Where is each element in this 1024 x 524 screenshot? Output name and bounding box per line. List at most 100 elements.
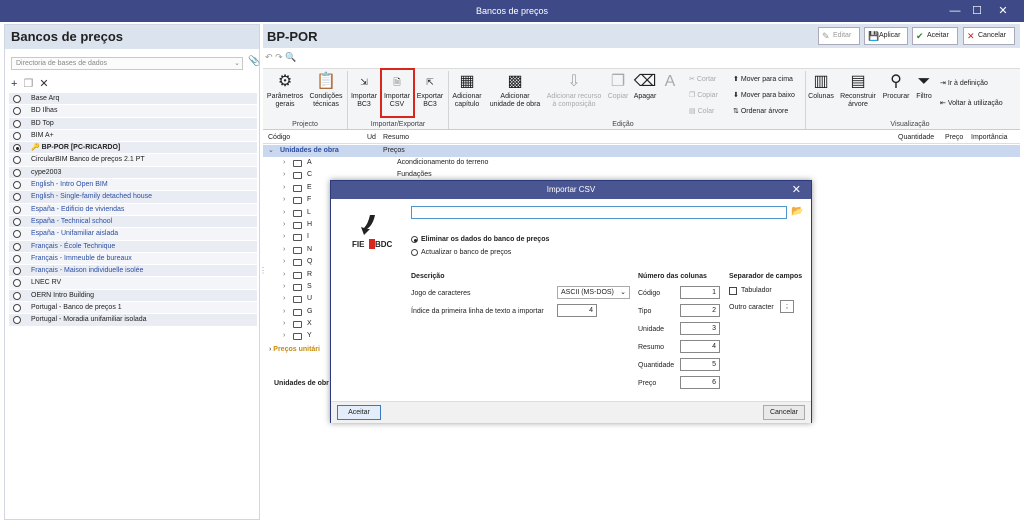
chevron-right-icon[interactable]: ›: [283, 182, 285, 194]
column-number-input[interactable]: 3: [680, 322, 720, 335]
database-list-item[interactable]: OERN Intro Building: [9, 289, 257, 303]
radio[interactable]: [13, 279, 21, 288]
radio-selected[interactable]: [411, 236, 418, 243]
first-line-input[interactable]: 4: [557, 304, 597, 317]
columns-button[interactable]: ▥ Colunas: [807, 71, 835, 101]
radio[interactable]: [13, 107, 21, 116]
radio[interactable]: [13, 168, 21, 177]
delete-button[interactable]: ⌫ Apagar: [632, 71, 658, 101]
database-list-item[interactable]: Français - École Technique: [9, 240, 257, 253]
database-list-item[interactable]: Français - Immeuble de bureaux: [9, 252, 257, 266]
database-list-item[interactable]: BD Top: [9, 117, 257, 130]
chevron-right-icon[interactable]: ›: [283, 157, 285, 169]
unit-prices-node[interactable]: › Preços unitári: [269, 346, 320, 353]
close-icon[interactable]: ✕: [792, 181, 801, 199]
technical-conditions-button[interactable]: 📋 Condições técnicas: [307, 71, 345, 109]
apply-button[interactable]: 💾 Aplicar: [864, 27, 908, 45]
option-delete-data[interactable]: Eliminar os dados do banco de preços: [411, 235, 549, 245]
radio[interactable]: [13, 254, 21, 263]
other-char-input[interactable]: ;: [780, 300, 794, 313]
chevron-right-icon[interactable]: ›: [283, 269, 285, 281]
column-number-input[interactable]: 4: [680, 340, 720, 353]
redo-icon[interactable]: ↷: [275, 52, 283, 62]
column-price[interactable]: Preço: [945, 132, 963, 143]
database-list-item[interactable]: España - Unifamiliar aislada: [9, 228, 257, 241]
delete-icon[interactable]: ✕: [39, 78, 48, 90]
column-number-input[interactable]: 1: [680, 286, 720, 299]
copy-button[interactable]: ❐ Copiar: [605, 71, 631, 101]
database-list-item[interactable]: España - Technical school: [9, 215, 257, 229]
tree-root-row[interactable]: ⌄ Unidades de obra Preços: [263, 145, 1020, 157]
chevron-right-icon[interactable]: ›: [283, 293, 285, 305]
cancel-button[interactable]: Cancelar: [763, 405, 805, 420]
general-parameters-button[interactable]: ⚙ Parâmetros gerais: [265, 71, 305, 109]
accept-button[interactable]: Aceitar: [337, 405, 381, 420]
database-list-item[interactable]: 🔑 BP-POR [PC-RICARDO]: [9, 142, 257, 155]
radio[interactable]: [13, 316, 21, 325]
column-number-input[interactable]: 6: [680, 376, 720, 389]
chevron-right-icon[interactable]: ›: [283, 207, 285, 219]
chevron-down-icon[interactable]: ⌄: [268, 145, 274, 157]
cut-button[interactable]: ✂ Cortar: [689, 75, 716, 84]
add-unit-button[interactable]: ▩ Adicionar unidade de obra: [487, 71, 543, 109]
radio[interactable]: [13, 193, 21, 202]
tree-row[interactable]: › A Acondicionamento do terreno: [263, 157, 593, 169]
rebuild-tree-button[interactable]: ▤ Reconstruir árvore: [837, 71, 879, 109]
database-list-item[interactable]: Français - Maison individuelle isolée: [9, 265, 257, 278]
chevron-right-icon[interactable]: ›: [283, 256, 285, 268]
radio[interactable]: [411, 249, 418, 256]
chevron-right-icon[interactable]: ›: [283, 219, 285, 231]
database-list-item[interactable]: BD Ilhas: [9, 105, 257, 118]
sort-tree-button[interactable]: ⇅ Ordenar árvore: [733, 107, 788, 116]
radio[interactable]: [13, 267, 21, 276]
radio[interactable]: [13, 144, 21, 153]
goto-definition-button[interactable]: ⇥ Ir à definição: [940, 79, 988, 88]
chevron-right-icon[interactable]: ›: [283, 318, 285, 330]
column-code[interactable]: Código: [268, 132, 290, 143]
database-list-item[interactable]: BIM A+: [9, 129, 257, 143]
search-button[interactable]: ⚲ Procurar: [880, 71, 912, 101]
copy-icon[interactable]: ❐: [23, 78, 33, 90]
tab-checkbox[interactable]: [729, 287, 737, 295]
accept-button[interactable]: ✔ Aceitar: [912, 27, 958, 45]
radio[interactable]: [13, 205, 21, 214]
chevron-right-icon[interactable]: ›: [283, 194, 285, 206]
edit-button[interactable]: ✎ Editar: [818, 27, 860, 45]
column-summary[interactable]: Resumo: [383, 132, 409, 143]
add-icon[interactable]: +: [11, 78, 17, 90]
charset-select[interactable]: ASCII (MS-DOS) ⌄: [557, 286, 630, 299]
column-number-input[interactable]: 2: [680, 304, 720, 317]
database-list-item[interactable]: España - Edificio de viviendas: [9, 203, 257, 216]
radio[interactable]: [13, 181, 21, 190]
chevron-right-icon[interactable]: ›: [283, 244, 285, 256]
move-down-button[interactable]: ⬇ Mover para baixo: [733, 91, 795, 100]
column-unit[interactable]: Ud: [367, 132, 376, 143]
database-list-item[interactable]: Base Arq: [9, 93, 257, 106]
column-number-input[interactable]: 5: [680, 358, 720, 371]
directory-select[interactable]: Directoria de bases de dados ⌄: [11, 57, 243, 70]
radio[interactable]: [13, 291, 21, 300]
column-importance[interactable]: Importância: [971, 132, 1008, 143]
database-list-item[interactable]: CircularBIM Banco de preços 2.1 PT: [9, 154, 257, 167]
database-list-item[interactable]: English - Single-family detached house: [9, 191, 257, 204]
folder-open-icon[interactable]: 📂: [791, 206, 803, 217]
filter-button[interactable]: ⏷ Filtro: [912, 71, 936, 101]
add-resource-button[interactable]: ⇩ Adicionar recurso à composição: [545, 71, 603, 109]
radio[interactable]: [13, 95, 21, 103]
close-icon[interactable]: ✕: [988, 0, 1018, 22]
import-bc3-button[interactable]: ⇲ Importar BC3: [349, 71, 379, 109]
database-list-item[interactable]: English - Intro Open BIM: [9, 179, 257, 192]
chevron-right-icon[interactable]: ›: [283, 281, 285, 293]
radio[interactable]: [13, 242, 21, 251]
export-bc3-button[interactable]: ⇱ Exportar BC3: [415, 71, 445, 109]
cancel-button[interactable]: ✕ Cancelar: [963, 27, 1015, 45]
back-to-usage-button[interactable]: ⇤ Voltar à utilização: [940, 99, 1003, 108]
paperclip-icon[interactable]: 📎: [248, 56, 260, 67]
chevron-right-icon[interactable]: ›: [283, 169, 285, 181]
search-icon[interactable]: 🔍: [285, 52, 296, 62]
undo-icon[interactable]: ↶: [265, 52, 273, 62]
copy-small-button[interactable]: ❐ Copiar: [689, 91, 718, 100]
database-list-item[interactable]: Portugal - Banco de preços 1: [9, 302, 257, 315]
radio[interactable]: [13, 156, 21, 165]
radio[interactable]: [13, 131, 21, 140]
